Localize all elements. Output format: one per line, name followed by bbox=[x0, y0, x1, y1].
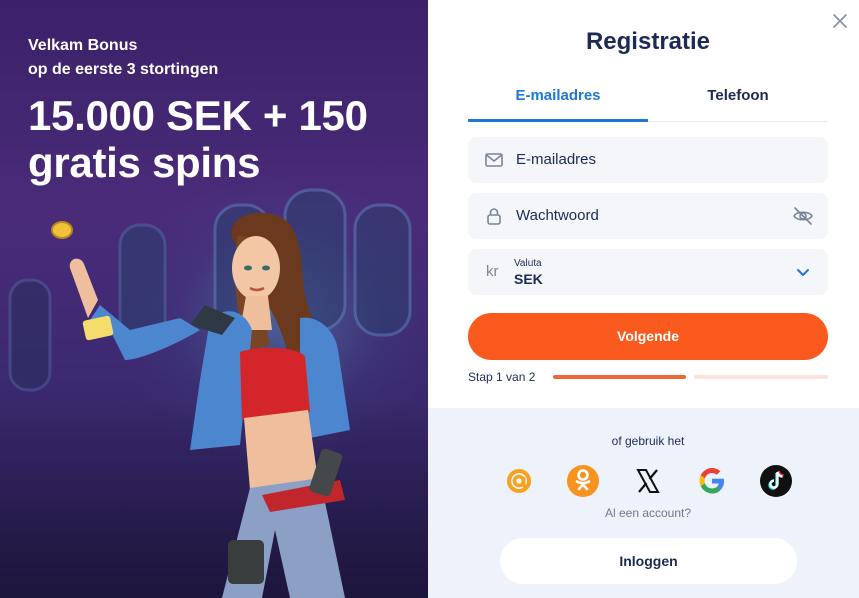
promo-text: Velkam Bonus op de eerste 3 stortingen 1… bbox=[28, 34, 368, 186]
tab-email[interactable]: E-mailadres bbox=[468, 80, 648, 122]
have-account-text: Al een account? bbox=[604, 506, 692, 520]
currency-caption: Valuta bbox=[514, 258, 542, 269]
promo-headline-line2: gratis spins bbox=[28, 139, 261, 186]
registration-tabs: E-mailadres Telefoon bbox=[468, 80, 828, 122]
next-button[interactable]: Volgende bbox=[468, 313, 828, 360]
tab-phone[interactable]: Telefoon bbox=[648, 80, 828, 122]
currency-value: SEK bbox=[514, 271, 543, 287]
currency-symbol: kr bbox=[486, 263, 499, 280]
step-progress-remaining bbox=[694, 375, 828, 379]
login-button[interactable]: Inloggen bbox=[500, 538, 797, 584]
or-use-text: of gebruik het bbox=[611, 434, 685, 448]
password-field-label: Wachtwoord bbox=[516, 207, 599, 224]
email-field-label: E-mailadres bbox=[516, 151, 597, 168]
lock-icon bbox=[487, 208, 501, 225]
registration-title: Registratie bbox=[585, 28, 711, 55]
registration-panel: Registratie E-mailadres Telefoon E-maila… bbox=[428, 0, 859, 598]
promo-banner: Velkam Bonus op de eerste 3 stortingen 1… bbox=[0, 0, 428, 598]
step-progress-done bbox=[553, 375, 686, 379]
envelope-icon bbox=[485, 153, 503, 167]
promo-headline: 15.000 SEK + 150 gratis spins bbox=[28, 92, 368, 186]
chevron-down-icon bbox=[797, 269, 809, 276]
promo-subtitle-line1: Velkam Bonus bbox=[28, 37, 138, 54]
tiktok-icon[interactable] bbox=[759, 464, 793, 498]
x-icon[interactable] bbox=[631, 464, 665, 498]
odnoklassniki-icon[interactable] bbox=[566, 464, 600, 498]
currency-select[interactable]: kr Valuta SEK bbox=[468, 249, 828, 295]
email-field[interactable]: E-mailadres bbox=[468, 137, 828, 183]
eye-off-icon[interactable] bbox=[792, 206, 814, 226]
google-icon[interactable] bbox=[695, 464, 729, 498]
promo-headline-line1: 15.000 SEK + 150 bbox=[28, 92, 368, 139]
password-field[interactable]: Wachtwoord bbox=[468, 193, 828, 239]
social-login-section: of gebruik het Al een account? Inloggen bbox=[428, 408, 859, 598]
step-indicator: Stap 1 van 2 bbox=[468, 370, 536, 384]
mail-ru-icon[interactable] bbox=[502, 464, 536, 498]
promo-subtitle-line2: op de eerste 3 stortingen bbox=[28, 61, 219, 78]
